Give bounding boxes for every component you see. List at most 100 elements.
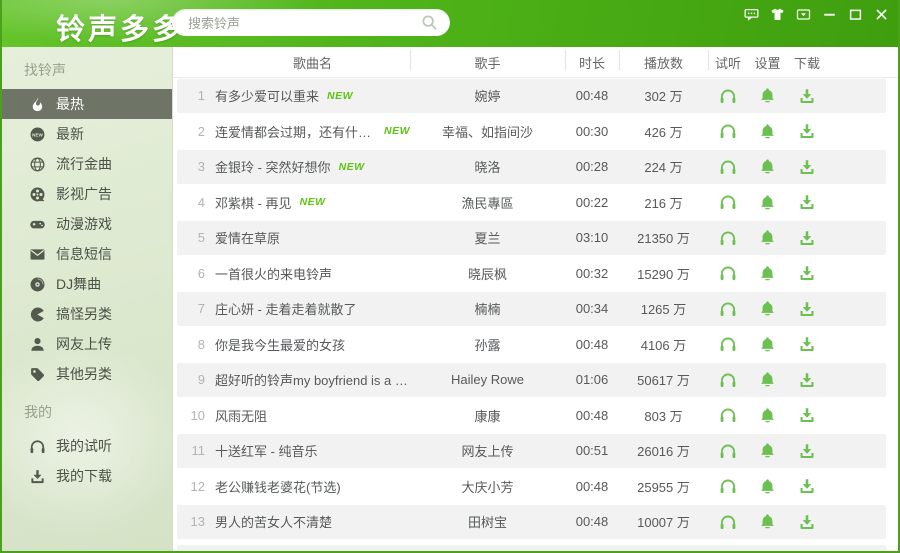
maximize-icon[interactable] [847, 7, 864, 22]
sidebar-item[interactable]: DJ舞曲 [2, 269, 172, 299]
song-title: 庄心妍 - 走着走着就散了 [215, 302, 357, 318]
sidebar-item[interactable]: NEW 最新 [2, 119, 172, 149]
listen-button[interactable] [719, 122, 737, 140]
play-count: 50617 万 [637, 373, 690, 389]
song-title: 十送红军 - 纯音乐 [215, 444, 318, 460]
close-icon[interactable] [873, 7, 890, 22]
sidebar-item[interactable]: 我的下载 [2, 461, 172, 491]
table-row[interactable]: 12 老公赚钱老婆花(节选) NEW 大庆小芳 00:48 25955 万 [173, 469, 898, 505]
song-title: 男人的苦女人不清楚 [215, 515, 333, 531]
listen-button[interactable] [719, 229, 737, 247]
download-button[interactable] [798, 335, 816, 353]
duration: 00:30 [575, 123, 609, 139]
play-count: 426 万 [644, 124, 683, 140]
table-row[interactable]: 11 十送红军 - 纯音乐 NEW 网友上传 00:51 26016 万 [173, 433, 898, 469]
search-box[interactable]: 搜索铃声 [172, 9, 450, 36]
sidebar: 找铃声 最热 NEW 最新 流行金曲 影视广告 动漫游戏 信息短信 DJ舞曲 搞… [2, 47, 173, 551]
song-title: 爱情在草原 [215, 231, 281, 247]
listen-button[interactable] [719, 335, 737, 353]
table-row[interactable]: 9 超好听的铃声my boyfriend is a ga... NEW Hail… [173, 362, 898, 398]
set-ringtone-button[interactable] [759, 87, 776, 104]
duration: 00:48 [575, 88, 609, 104]
listen-button[interactable] [719, 264, 737, 282]
set-ringtone-button[interactable] [759, 513, 776, 530]
set-ringtone-button[interactable] [759, 123, 776, 140]
sidebar-item[interactable]: 搞怪另类 [2, 299, 172, 329]
song-title: 金银玲 - 突然好想你 [215, 160, 331, 176]
download-button[interactable] [798, 477, 816, 495]
row-index: 12 [190, 478, 205, 494]
sidebar-item[interactable]: 信息短信 [2, 239, 172, 269]
set-ringtone-button[interactable] [759, 158, 776, 175]
table-row[interactable]: 5 爱情在草原 NEW 夏兰 03:10 21350 万 [173, 220, 898, 256]
sidebar-item[interactable]: 流行金曲 [2, 149, 172, 179]
listen-button[interactable] [719, 371, 737, 389]
download-button[interactable] [798, 371, 816, 389]
film-icon [29, 186, 46, 203]
set-ringtone-button[interactable] [759, 229, 776, 246]
download-button[interactable] [798, 122, 816, 140]
listen-button[interactable] [719, 300, 737, 318]
duration: 00:51 [575, 443, 609, 459]
table-row[interactable]: 4 邓紫棋 - 再见 NEW 漁民專區 00:22 216 万 [173, 185, 898, 221]
listen-button[interactable] [719, 513, 737, 531]
listen-button[interactable] [719, 477, 737, 495]
sidebar-item[interactable]: 动漫游戏 [2, 209, 172, 239]
listen-button[interactable] [719, 406, 737, 424]
song-title: 超好听的铃声my boyfriend is a ga... [215, 373, 410, 389]
skin-icon[interactable] [769, 7, 786, 22]
search-icon[interactable] [421, 14, 438, 31]
set-ringtone-button[interactable] [759, 194, 776, 211]
set-ringtone-button[interactable] [759, 336, 776, 353]
set-ringtone-button[interactable] [759, 371, 776, 388]
sidebar-item[interactable]: 最热 [2, 89, 172, 119]
singer: 大庆小芳 [461, 479, 514, 495]
download-button[interactable] [798, 87, 816, 105]
header-set: 设置 [754, 55, 781, 71]
download-button[interactable] [798, 229, 816, 247]
sidebar-item[interactable]: 我的试听 [2, 431, 172, 461]
download-button[interactable] [798, 193, 816, 211]
set-ringtone-button[interactable] [759, 442, 776, 459]
play-count: 10007 万 [637, 515, 690, 531]
menu-icon[interactable] [795, 7, 812, 22]
set-ringtone-button[interactable] [759, 478, 776, 495]
minimize-icon[interactable] [821, 7, 838, 22]
table-row[interactable]: 6 一首很火的来电铃声 NEW 晓辰枫 00:32 15290 万 [173, 256, 898, 292]
tag-icon [29, 366, 46, 383]
download-button[interactable] [798, 513, 816, 531]
download-button[interactable] [798, 158, 816, 176]
singer: 漁民專區 [461, 195, 514, 211]
table-row[interactable]: 8 你是我今生最爱的女孩 NEW 孙露 00:48 4106 万 [173, 327, 898, 363]
table-row[interactable]: 3 金银玲 - 突然好想你 NEW 晓洛 00:28 224 万 [173, 149, 898, 185]
table-row[interactable]: 7 庄心妍 - 走着走着就散了 NEW 楠楠 00:34 1265 万 [173, 291, 898, 327]
song-title: 一首很火的来电铃声 [215, 266, 333, 282]
search-input[interactable]: 搜索铃声 [188, 13, 421, 32]
singer: 康康 [474, 408, 501, 424]
table-row[interactable]: 13 男人的苦女人不清楚 NEW 田树宝 00:48 10007 万 [173, 504, 898, 540]
duration: 00:48 [575, 336, 609, 352]
sidebar-section-mine: 我的试听 我的下载 [2, 431, 172, 491]
table-row[interactable]: 1 有多少爱可以重来 NEW 婉婷 00:48 302 万 [173, 78, 898, 114]
sidebar-item[interactable]: 网友上传 [2, 329, 172, 359]
listen-button[interactable] [719, 193, 737, 211]
listen-button[interactable] [719, 87, 737, 105]
download-button[interactable] [798, 406, 816, 424]
table-row[interactable]: 10 风雨无阻 NEW 康康 00:48 803 万 [173, 398, 898, 434]
sidebar-item[interactable]: 影视广告 [2, 179, 172, 209]
set-ringtone-button[interactable] [759, 265, 776, 282]
song-title: 风雨无阻 [215, 408, 268, 424]
download-button[interactable] [798, 264, 816, 282]
song-title: 邓紫棋 - 再见 [215, 195, 292, 211]
feedback-icon[interactable] [743, 7, 760, 22]
listen-button[interactable] [719, 158, 737, 176]
download-button[interactable] [798, 442, 816, 460]
sidebar-item[interactable]: 其他另类 [2, 359, 172, 389]
set-ringtone-button[interactable] [759, 300, 776, 317]
set-ringtone-button[interactable] [759, 407, 776, 424]
listen-button[interactable] [719, 442, 737, 460]
row-index: 9 [197, 372, 205, 388]
download-button[interactable] [798, 300, 816, 318]
song-title: 你是我今生最爱的女孩 [215, 337, 346, 353]
table-row[interactable]: 2 连爱情都会过期，还有什么是不... NEW 幸福、如指间沙 00:30 42… [173, 114, 898, 150]
